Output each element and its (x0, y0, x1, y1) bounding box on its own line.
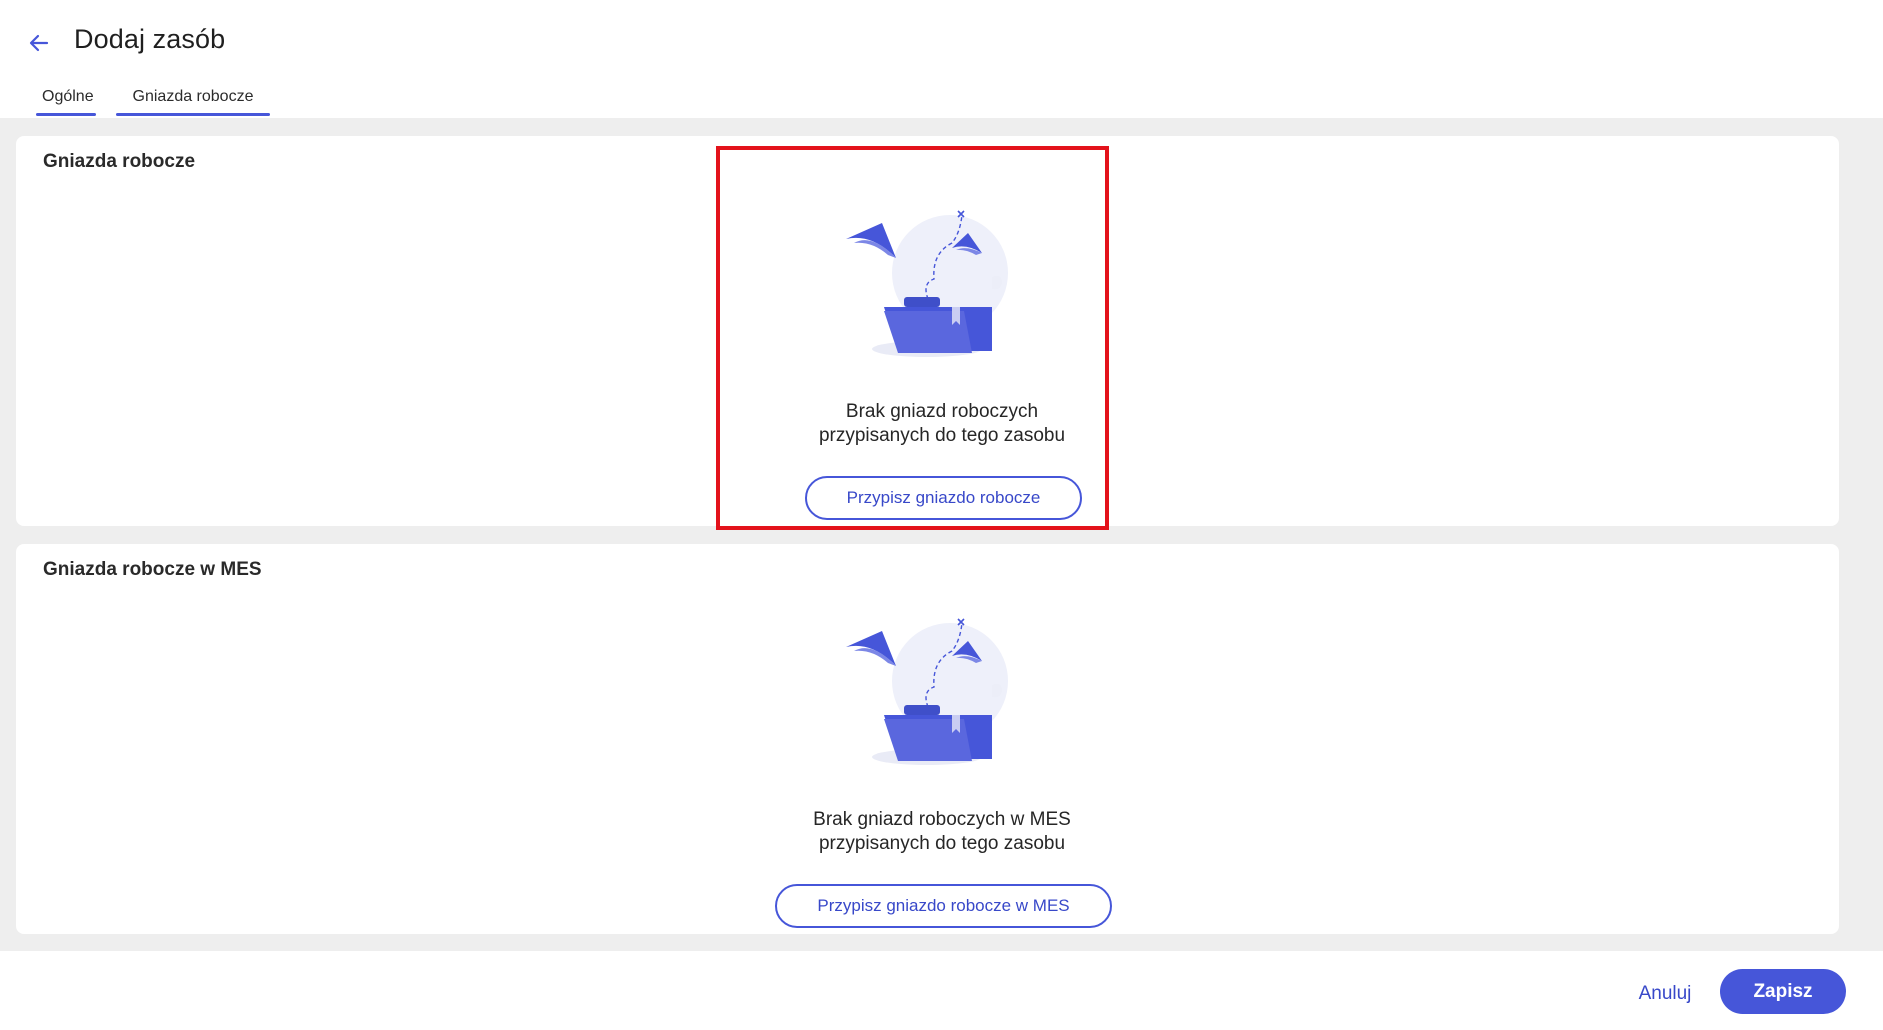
cancel-button[interactable]: Anuluj (1622, 977, 1708, 1011)
tab-label: Ogólne (42, 88, 94, 105)
app-window: Dodaj zasób Ogólne Gniazda robocze Gniaz… (0, 0, 1883, 1030)
assign-mes-work-center-button[interactable]: Przypisz gniazdo robocze w MES (775, 884, 1112, 928)
tab-work-centers[interactable]: Gniazda robocze (116, 86, 270, 116)
back-button[interactable] (22, 26, 56, 60)
empty-state: Brak gniazd roboczych w MES przypisanych… (742, 544, 1142, 934)
save-button[interactable]: Zapisz (1720, 969, 1846, 1014)
empty-state-message: Brak gniazd roboczych w MES przypisanych… (742, 808, 1142, 856)
arrow-left-icon (29, 34, 49, 52)
tab-general[interactable]: Ogólne (36, 86, 96, 116)
page-header: Dodaj zasób Ogólne Gniazda robocze (0, 0, 1883, 118)
mes-work-centers-card: Gniazda robocze w MES Brak gniazd robocz… (16, 544, 1839, 934)
card-title: Gniazda robocze (43, 151, 196, 172)
highlight-annotation-box (716, 146, 1109, 530)
empty-folder-illustration (846, 618, 1008, 765)
empty-message-line: przypisanych do tego zasobu (818, 833, 1066, 854)
page-title: Dodaj zasób (74, 24, 226, 54)
empty-message-line: Brak gniazd roboczych w MES (813, 809, 1071, 830)
tab-underline (116, 113, 270, 116)
tab-underline (36, 113, 96, 116)
tab-label: Gniazda robocze (132, 88, 254, 105)
footer-bar: Anuluj Zapisz (0, 951, 1883, 1030)
tab-bar: Ogólne Gniazda robocze (36, 86, 270, 118)
card-title: Gniazda robocze w MES (43, 559, 262, 580)
